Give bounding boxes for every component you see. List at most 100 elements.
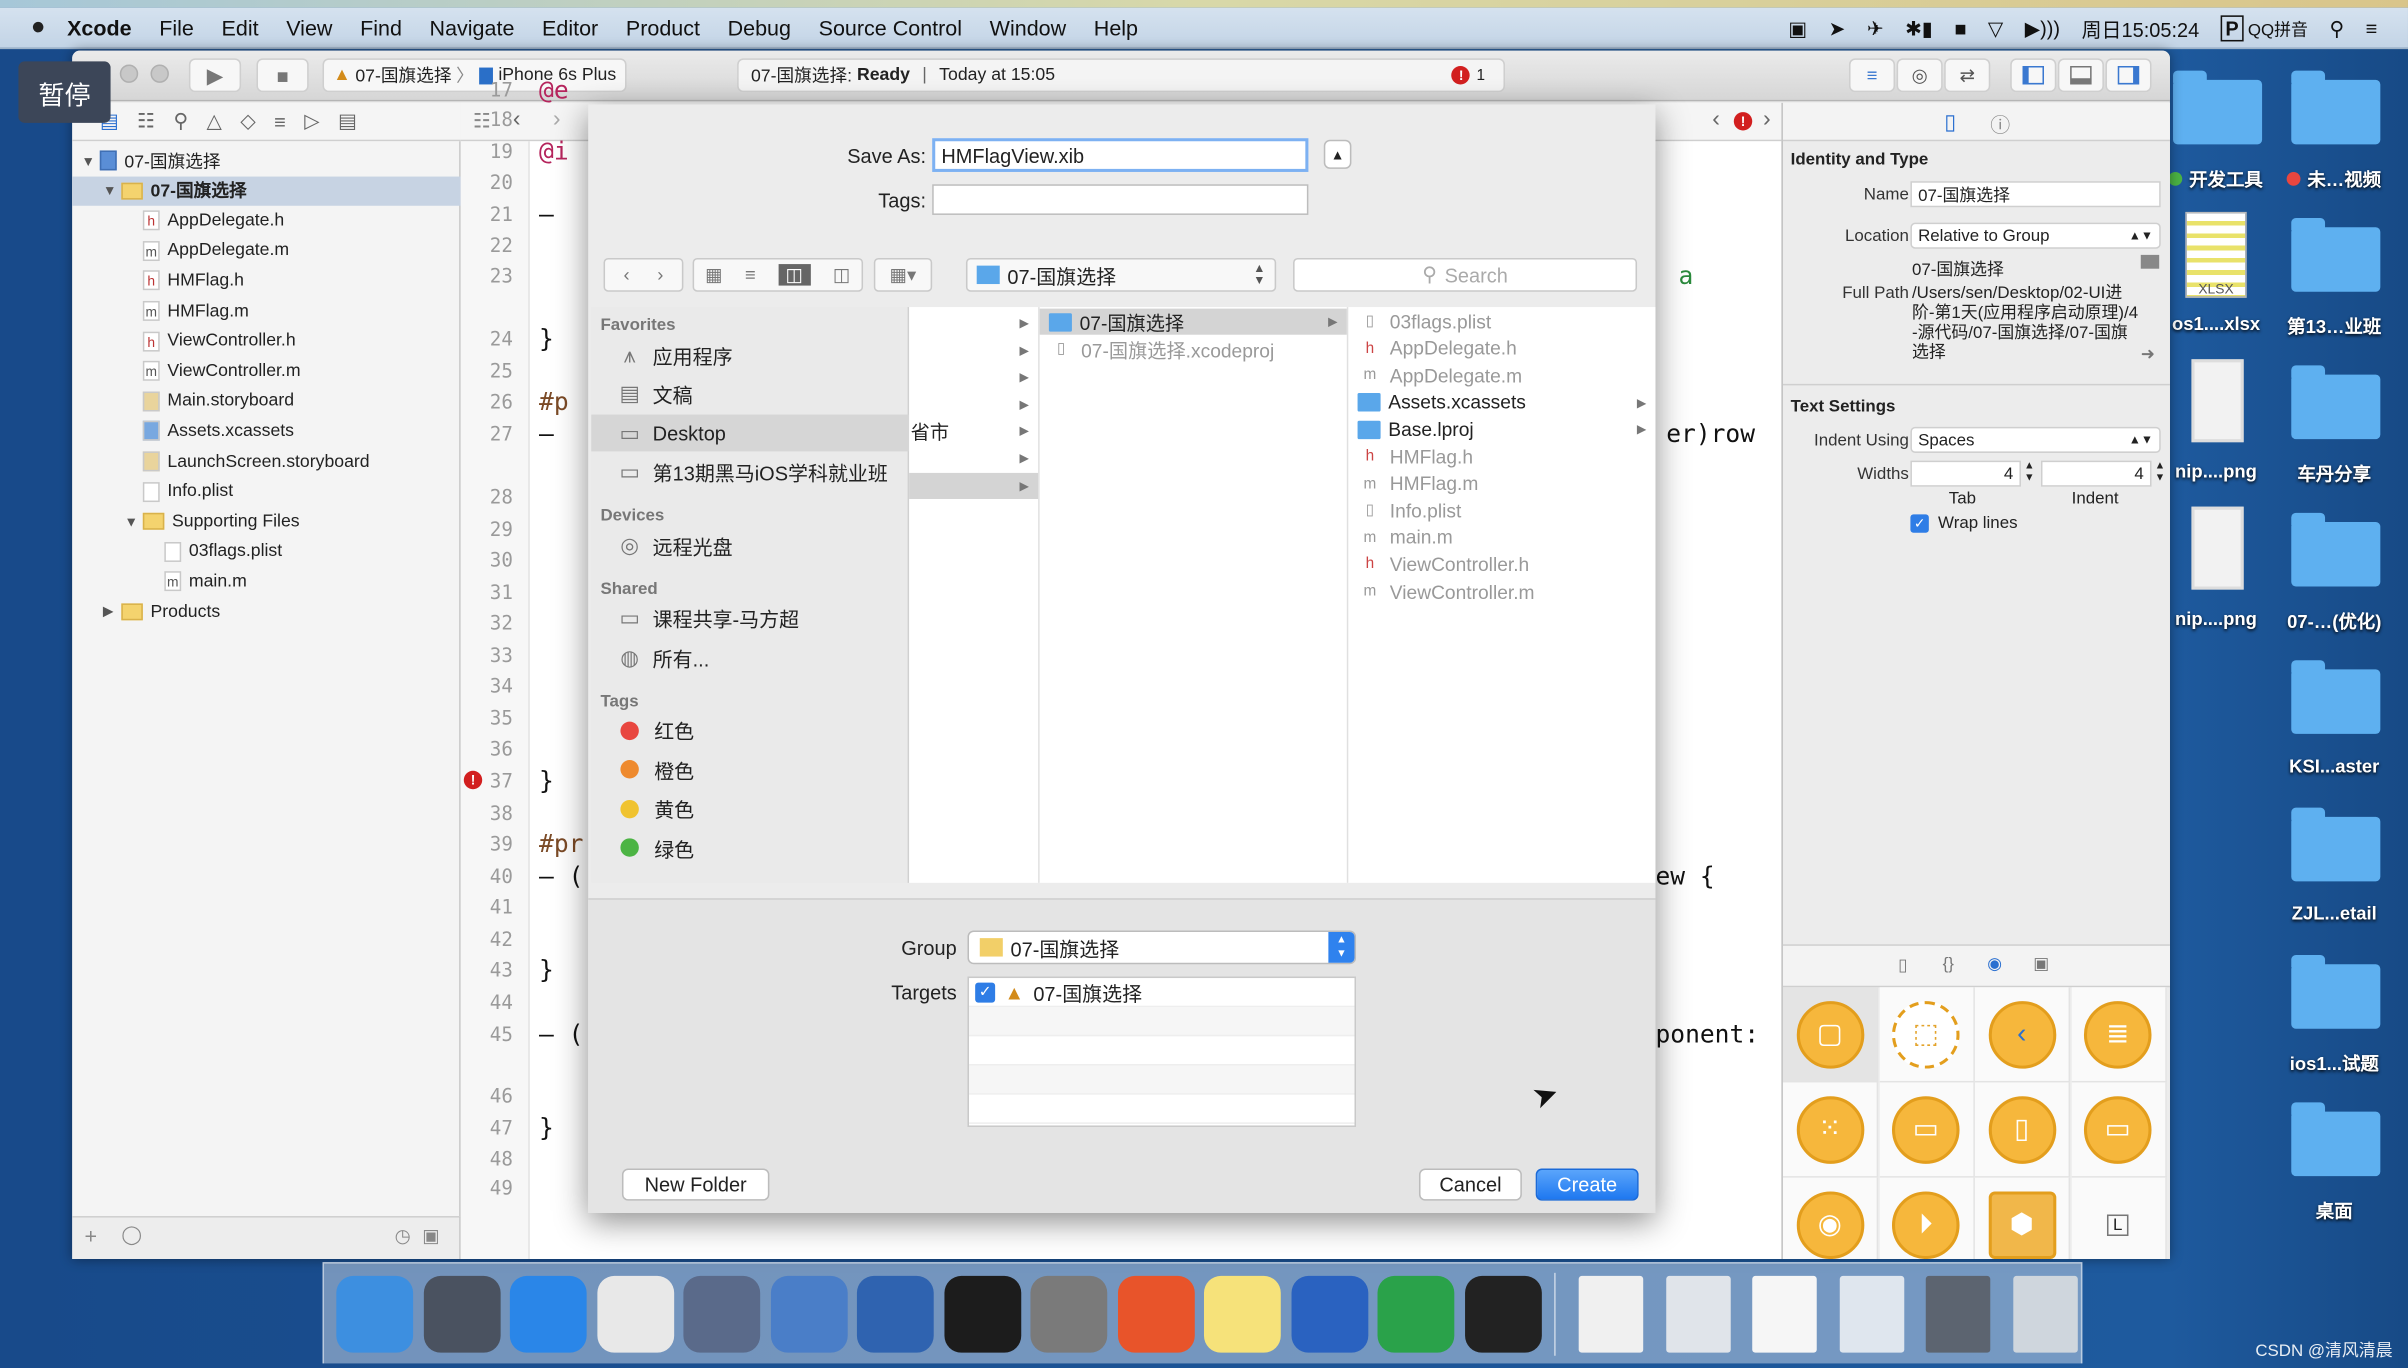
browser-item[interactable]: ▶ (909, 391, 1038, 417)
related-items-icon[interactable]: ☷ (473, 109, 491, 134)
mouse-app-icon[interactable] (596, 1275, 674, 1353)
expand-collapse-button[interactable]: ▲ (1323, 139, 1352, 169)
clock[interactable]: 周日15:05:24 (2082, 14, 2200, 43)
test-navigator-icon[interactable]: ◇ (240, 109, 255, 134)
sidebar-item[interactable]: ▭ 课程共享-马方超 (591, 600, 909, 637)
library-item[interactable]: ▢ (1782, 987, 1879, 1083)
system-preferences-icon[interactable] (1030, 1275, 1108, 1353)
library-item[interactable]: ▯ (1974, 1082, 2071, 1178)
indent-using-popup[interactable]: Spaces ▲▼ (1910, 426, 2161, 453)
sidebar-tag-item[interactable]: 黄色 (591, 790, 909, 827)
excel-icon[interactable] (1377, 1275, 1455, 1353)
notes-icon[interactable] (1203, 1275, 1281, 1353)
menu-edit[interactable]: Edit (222, 15, 259, 40)
browser-item[interactable]: ▯ 03flags.plist (1348, 309, 1655, 335)
report-navigator-icon[interactable]: ▤ (338, 109, 357, 134)
navigator-item[interactable]: Assets.xcassets (72, 417, 461, 446)
desktop-item[interactable]: 车丹分享 (2265, 356, 2403, 497)
source-control-filter-icon[interactable]: ▣ (422, 1225, 439, 1246)
cover-flow-icon[interactable]: ◫ (833, 264, 850, 285)
desktop-item[interactable]: ios1...试题 (2265, 946, 2403, 1087)
pause-overlay[interactable]: 暂停 (18, 61, 111, 123)
assistant-editor-button[interactable]: ◎ (1896, 58, 1943, 93)
column-view-icon[interactable]: ◫ (777, 264, 811, 286)
library-item[interactable]: ◉ (1782, 1177, 1879, 1260)
navigator-item[interactable]: ▼ 07-国旗选择 (72, 146, 461, 175)
xcode-icon[interactable] (770, 1275, 847, 1353)
navigator-item[interactable]: h HMFlag.h (72, 266, 461, 295)
forward-icon[interactable]: › (553, 106, 561, 132)
back-icon[interactable]: ‹ (513, 106, 521, 132)
list-view-icon[interactable]: ≡ (745, 264, 756, 285)
browser-item[interactable]: h AppDelegate.h (1348, 336, 1655, 362)
menu-source-control[interactable]: Source Control (819, 15, 962, 40)
sidebar-tag-item[interactable]: 绿色 (591, 829, 909, 866)
browser-item[interactable]: m ViewController.m (1348, 579, 1655, 605)
symbol-navigator-icon[interactable]: ☷ (137, 109, 155, 134)
menu-view[interactable]: View (286, 15, 332, 40)
library-item[interactable]: ▭ (1878, 1082, 1975, 1178)
sidebar-item[interactable]: ▭ 第13期黑马iOS学科就业班 (591, 454, 909, 491)
menu-xcode[interactable]: Xcode (67, 15, 132, 40)
menu-window[interactable]: Window (990, 15, 1066, 40)
library-item[interactable]: ⏵ (1878, 1177, 1975, 1260)
menu-editor[interactable]: Editor (542, 15, 598, 40)
launchpad-icon[interactable] (423, 1275, 500, 1353)
browser-item[interactable]: m AppDelegate.m (1348, 363, 1655, 389)
standard-editor-button[interactable]: ≡ (1848, 58, 1896, 93)
arrange-button[interactable]: ▦▾ (873, 257, 933, 292)
safari-icon[interactable] (509, 1275, 587, 1353)
navigator-item[interactable]: Info.plist (72, 477, 461, 506)
desktop-item[interactable]: ZJL...etail (2265, 798, 2403, 939)
menu-product[interactable]: Product (626, 15, 700, 40)
document-stack-icon[interactable] (1578, 1275, 1656, 1353)
sidebar-tag-item[interactable]: 红色 (591, 712, 909, 749)
media-library-icon[interactable]: ▣ (2033, 953, 2049, 973)
browser-item[interactable]: Assets.xcassets ▶ (1348, 390, 1655, 416)
error-icon[interactable]: ! (1733, 112, 1753, 131)
version-editor-button[interactable]: ⇄ (1944, 58, 1991, 93)
name-field[interactable]: 07-国旗选择 (1910, 181, 2161, 208)
navigator-item[interactable]: LaunchScreen.storyboard (72, 447, 461, 476)
forward-icon[interactable]: › (657, 264, 663, 285)
navigator-item[interactable]: 03flags.plist (72, 537, 461, 566)
desktop-item[interactable]: 未…视频 (2265, 61, 2403, 202)
browser-item[interactable]: ▶ (909, 310, 1038, 336)
sidebar-item[interactable]: ▭ Desktop (591, 414, 910, 452)
disclosure-open-icon[interactable]: ▼ (103, 183, 121, 198)
input-method[interactable]: P QQ拼音 (2220, 14, 2308, 41)
word-icon[interactable] (1290, 1275, 1368, 1353)
lock-icon[interactable]: ■ (1954, 17, 1966, 40)
checkbox-checked-icon[interactable]: ✓ (975, 981, 996, 1002)
close-window-button[interactable] (119, 64, 139, 83)
browser-item[interactable]: m main.m (1348, 525, 1655, 551)
sidebar-item[interactable]: ⩚ 应用程序 (591, 336, 909, 373)
indent-width-field[interactable]: 4 (2040, 460, 2152, 487)
navigator-item[interactable]: ▶ Products (72, 597, 461, 626)
disclosure-open-icon[interactable]: ▼ (81, 153, 99, 168)
wps-presentation-icon[interactable] (1117, 1275, 1195, 1353)
menu-find[interactable]: Find (360, 15, 402, 40)
navigator-item[interactable]: Main.storyboard (72, 387, 461, 416)
tab-width-stepper[interactable]: ▲ ▼ (2024, 461, 2035, 486)
folder-icon[interactable] (2140, 254, 2160, 269)
scheme-selector[interactable]: ▲ 07-国旗选择 〉 iPhone 6s Plus (322, 58, 627, 93)
browser-item[interactable]: 07-国旗选择 ▶ (1039, 308, 1347, 335)
code-snippet-library-icon[interactable]: {} (1943, 955, 1954, 973)
find-navigator-icon[interactable]: ⚲ (173, 109, 188, 134)
desktop-item[interactable]: KSI...aster (2265, 651, 2403, 792)
library-item[interactable]: ▭ (2070, 1082, 2167, 1178)
menu-help[interactable]: Help (1094, 15, 1138, 40)
navigator-item[interactable]: ▼ 07-国旗选择 (72, 175, 461, 206)
browser-item[interactable]: m HMFlag.m (1348, 471, 1655, 497)
wifi-icon[interactable]: ▽ (1988, 16, 2003, 41)
browser-item[interactable]: h HMFlag.h (1348, 444, 1655, 470)
create-button[interactable]: Create (1535, 1168, 1639, 1201)
volume-icon[interactable]: ▶))) (2025, 16, 2060, 41)
browser-item[interactable]: ▯ Info.plist (1348, 498, 1655, 524)
trash-icon[interactable] (2012, 1275, 2090, 1353)
navigator-item[interactable]: m main.m (72, 567, 461, 596)
library-item[interactable]: L (2070, 1177, 2167, 1260)
navigator-item[interactable]: h ViewController.h (72, 326, 461, 355)
desktop-item[interactable]: 第13…业班 (2265, 209, 2403, 350)
